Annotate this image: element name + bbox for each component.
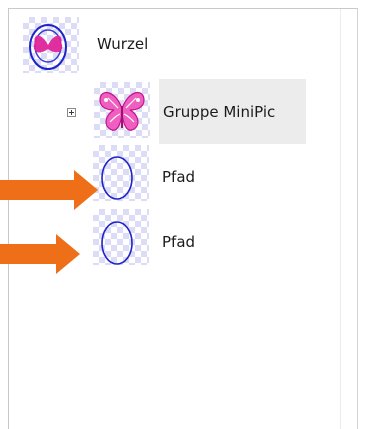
tree-node-group[interactable]: Gruppe MiniPic [64, 80, 314, 138]
tree-node-path[interactable]: Pfad [93, 209, 293, 265]
tree-node-label: Pfad [162, 168, 196, 186]
butterfly-group-thumbnail-icon [94, 82, 150, 138]
tree-node-label: Pfad [162, 233, 196, 251]
ellipse-path-thumbnail-icon [93, 145, 149, 201]
pointer-arrow-path-2 [0, 234, 80, 274]
tree-node-root[interactable]: Wurzel [23, 17, 223, 73]
tree-node-path[interactable]: Pfad [93, 145, 293, 201]
tree-node-label: Wurzel [97, 35, 149, 53]
expand-plus-icon[interactable] [67, 108, 76, 117]
vertical-scrollbar[interactable] [340, 9, 357, 429]
ellipse-path-thumbnail-icon [93, 209, 149, 265]
layers-panel-screenshot: Wurzel Gruppe MiniPic Pfad Pfad [0, 0, 371, 429]
pointer-arrow-path-1 [0, 170, 98, 210]
tree-node-label: Gruppe MiniPic [163, 103, 276, 121]
root-layer-thumbnail-icon [23, 17, 79, 73]
